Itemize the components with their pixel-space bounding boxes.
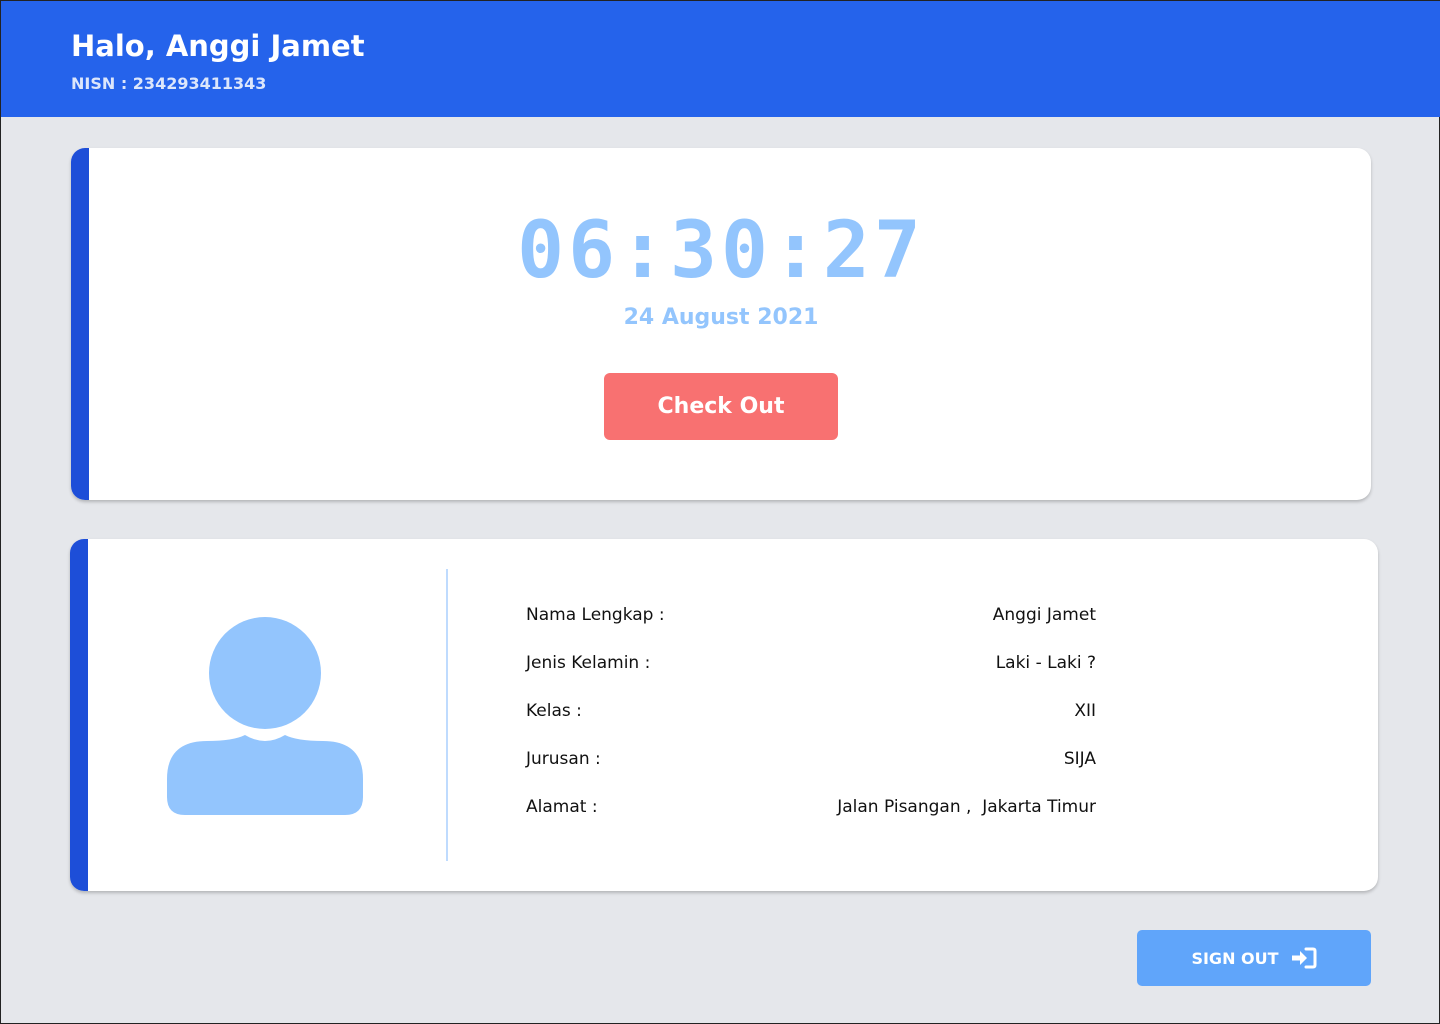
- info-row-jenis-kelamin: Jenis Kelamin : Laki - Laki ?: [526, 653, 1096, 677]
- info-label: Nama Lengkap :: [526, 605, 665, 625]
- info-label: Alamat :: [526, 797, 598, 817]
- sign-out-button[interactable]: SIGN OUT: [1137, 930, 1371, 986]
- app-header: Halo, Anggi Jamet NISN : 234293411343: [1, 1, 1440, 117]
- digital-clock: 06:30:27: [517, 206, 925, 296]
- info-row-alamat: Alamat : Jalan Pisangan , Jakarta Timur: [526, 797, 1096, 821]
- info-label: Kelas :: [526, 701, 582, 721]
- info-label: Jenis Kelamin :: [526, 653, 651, 673]
- current-date: 24 August 2021: [623, 305, 819, 330]
- sign-in-arrow-icon: [1291, 947, 1317, 969]
- info-row-jurusan: Jurusan : SIJA: [526, 749, 1096, 773]
- user-avatar-icon: [167, 617, 363, 815]
- info-row-kelas: Kelas : XII: [526, 701, 1096, 725]
- nisn-label: NISN : 234293411343: [71, 74, 267, 93]
- info-row-nama: Nama Lengkap : Anggi Jamet: [526, 605, 1096, 629]
- profile-divider: [446, 569, 448, 861]
- info-label: Jurusan :: [526, 749, 601, 769]
- info-value: XII: [1074, 701, 1096, 721]
- info-value: SIJA: [1063, 749, 1096, 769]
- sign-out-label: SIGN OUT: [1191, 948, 1279, 968]
- greeting-title: Halo, Anggi Jamet: [71, 29, 365, 63]
- info-value: Anggi Jamet: [992, 605, 1096, 625]
- info-value: Laki - Laki ?: [995, 653, 1096, 673]
- info-value: Jalan Pisangan , Jakarta Timur: [837, 797, 1096, 817]
- attendance-card: 06:30:27 24 August 2021 Check Out: [71, 148, 1371, 500]
- profile-card: Nama Lengkap : Anggi Jamet Jenis Kelamin…: [70, 539, 1378, 891]
- card-accent-bar: [70, 539, 88, 891]
- check-out-button[interactable]: Check Out: [604, 373, 838, 440]
